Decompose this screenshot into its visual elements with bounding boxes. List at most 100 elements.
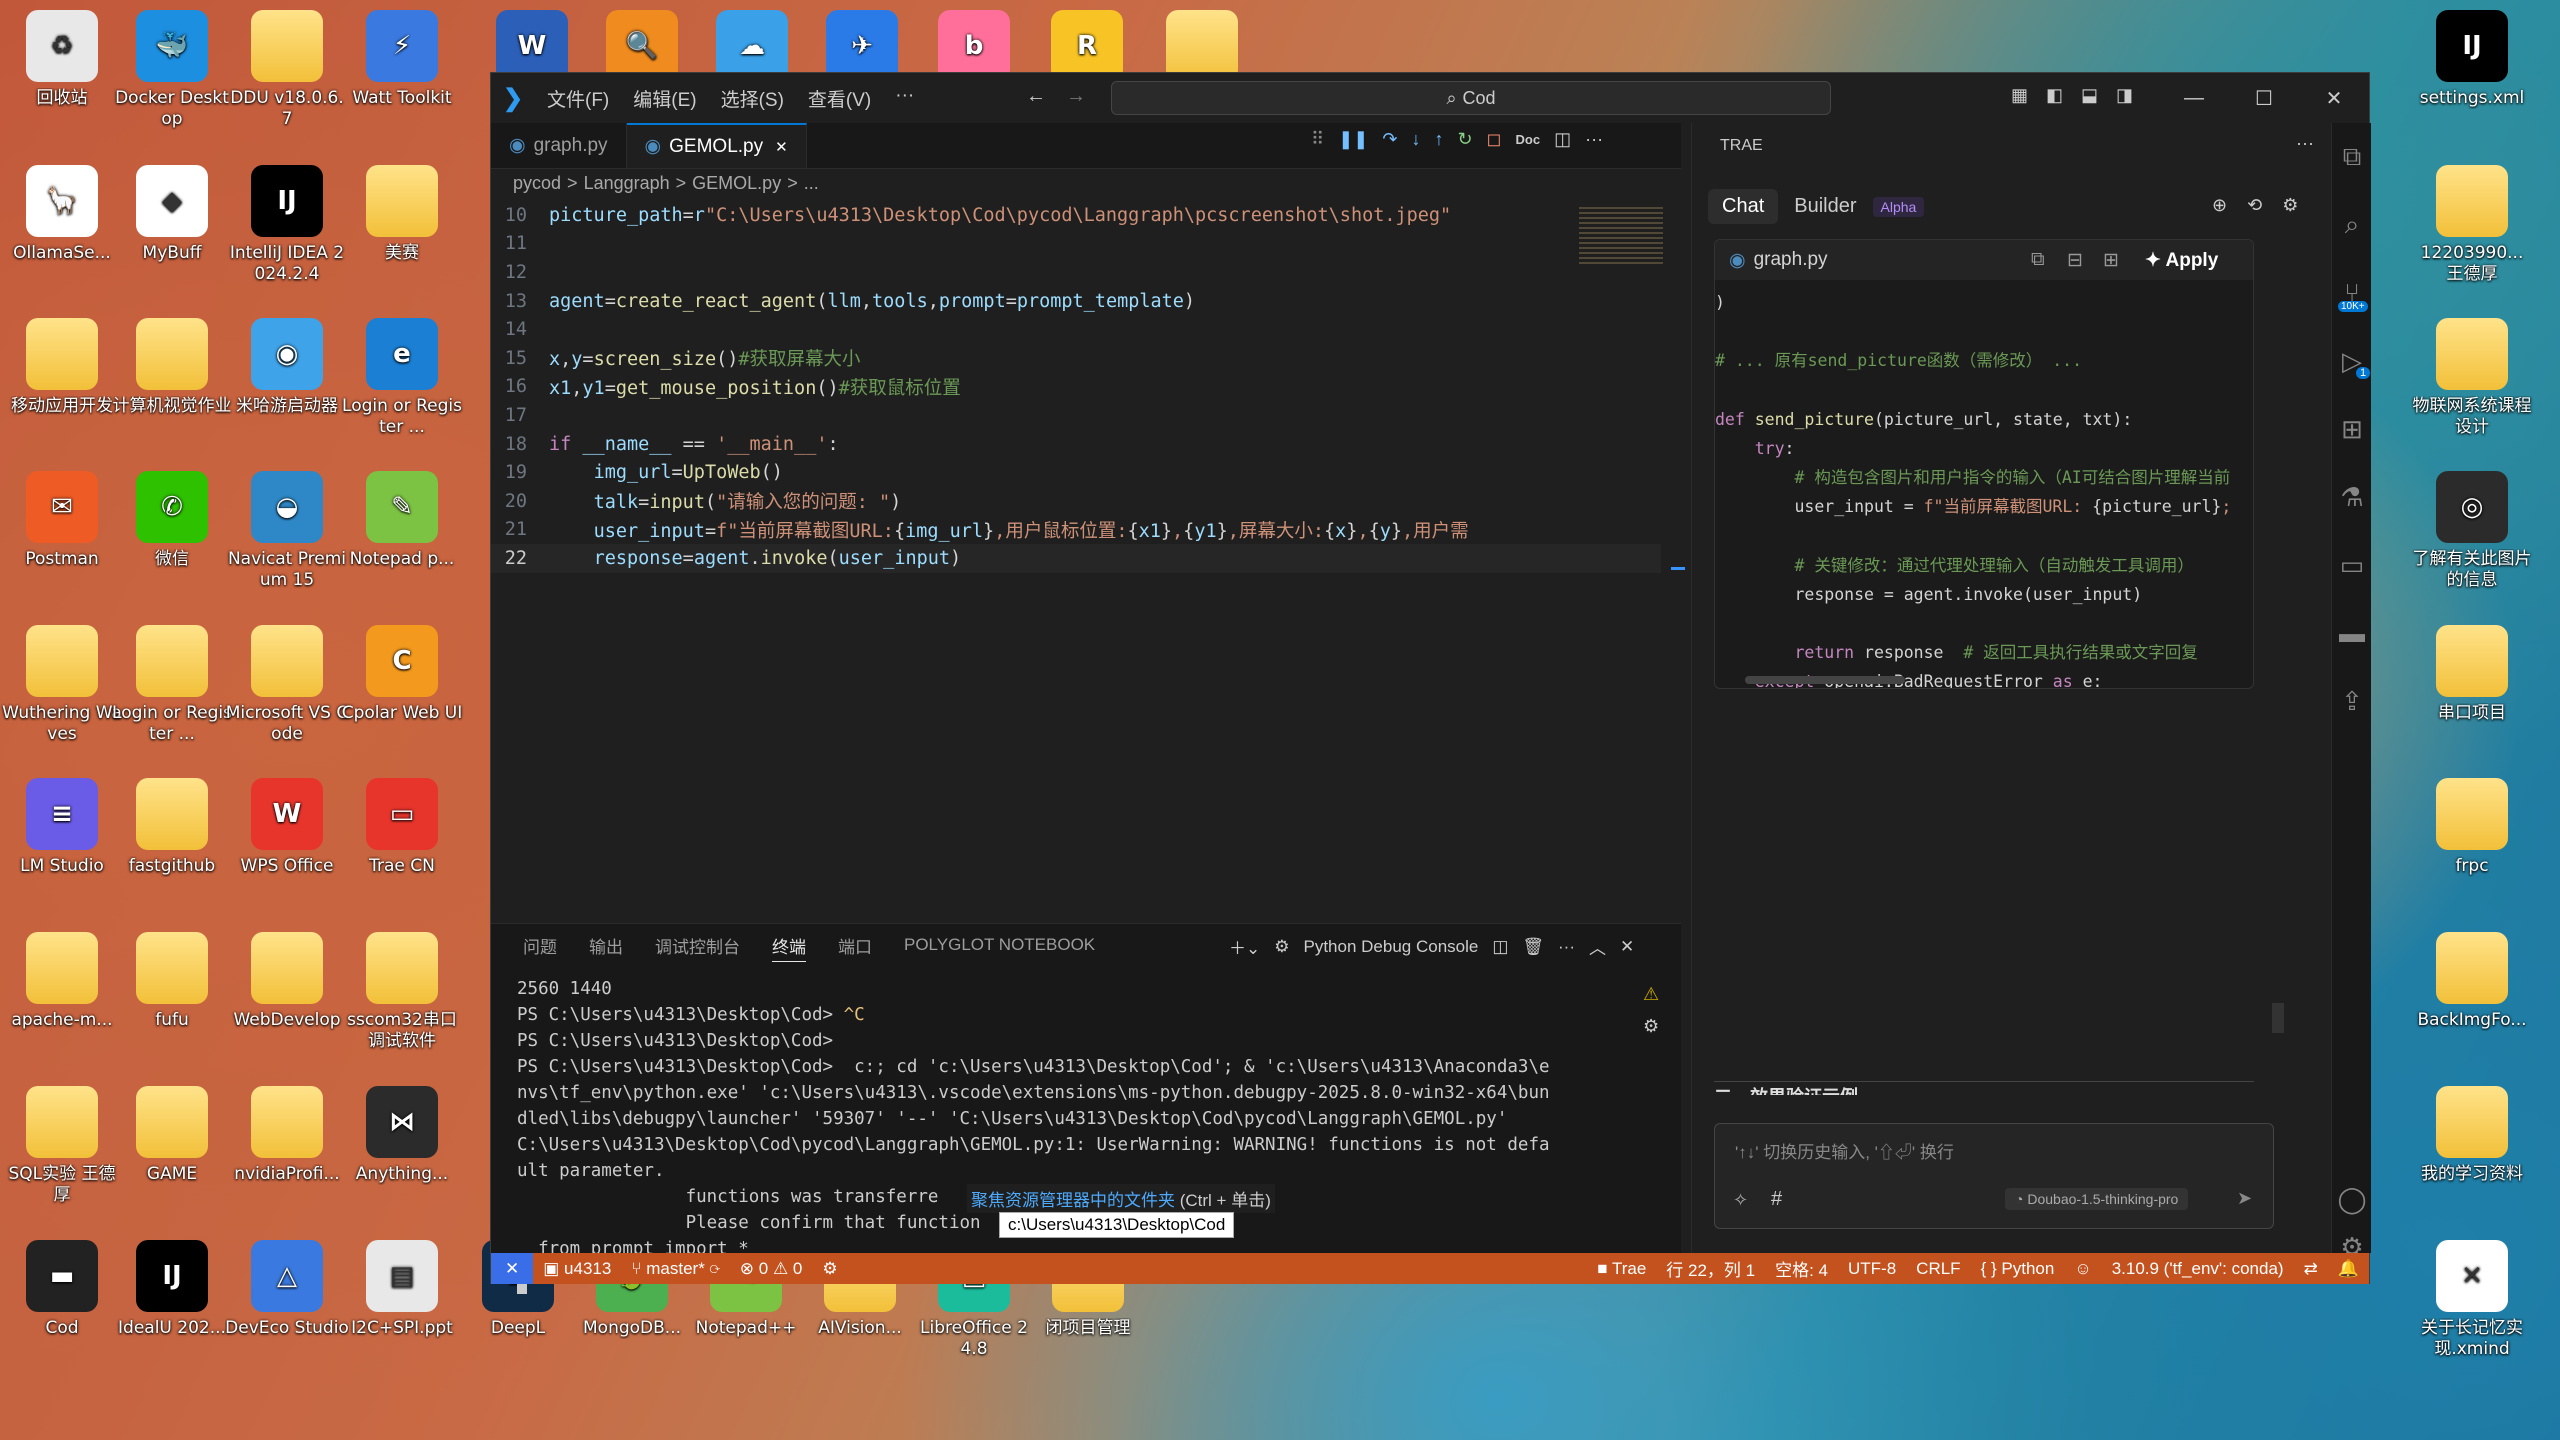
toggle-secondary-sidebar-icon[interactable]: ◨: [2116, 85, 2133, 106]
eol-status[interactable]: CRLF: [1906, 1259, 1970, 1279]
chat-input-box[interactable]: '↑↓' 切换历史输入, '⇧⏎' 换行 ✧ # ◔ Doubao-1.5-th…: [1714, 1123, 2274, 1229]
toggle-sidebar-icon[interactable]: ◧: [2046, 85, 2063, 106]
doc-label[interactable]: Doc: [1516, 132, 1541, 147]
snippet-hscroll[interactable]: [1745, 676, 1905, 684]
desktop-icon[interactable]: ✆ 微信: [110, 471, 234, 570]
problems-status[interactable]: ⊗ 0 ⚠ 0: [730, 1259, 813, 1279]
menu-item[interactable]: 文件(F): [535, 85, 621, 112]
hash-icon[interactable]: #: [1771, 1188, 1782, 1211]
new-chat-icon[interactable]: ⊕: [2212, 195, 2227, 216]
nav-forward-icon[interactable]: →: [1066, 85, 1086, 108]
desktop-icon[interactable]: ◆ MyBuff: [110, 165, 234, 264]
encoding-status[interactable]: UTF-8: [1838, 1259, 1906, 1279]
copy-icon[interactable]: ⧉: [2031, 249, 2045, 271]
maximize-button[interactable]: ☐: [2229, 73, 2299, 123]
minimize-button[interactable]: —: [2159, 73, 2229, 123]
chat-input-placeholder[interactable]: '↑↓' 切换历史输入, '⇧⏎' 换行: [1735, 1138, 1954, 1163]
trae-status[interactable]: ■ Trae: [1587, 1259, 1656, 1279]
desktop-icon[interactable]: GAME: [110, 1086, 234, 1185]
stop-icon[interactable]: ◻: [1487, 129, 1502, 150]
command-center-search[interactable]: ⌕ Cod: [1111, 81, 1831, 115]
desktop-icon[interactable]: ✕ 关于长记忆实现.xmind: [2410, 1240, 2534, 1360]
desktop-icon[interactable]: 串口项目: [2410, 625, 2534, 724]
desktop-icon[interactable]: sscom32串口调试软件: [340, 932, 464, 1052]
desktop-icon[interactable]: apache-m...: [0, 932, 124, 1031]
maximize-panel-icon[interactable]: ︿: [1589, 934, 1606, 959]
menu-item[interactable]: 查看(V): [796, 85, 883, 112]
desktop-icon[interactable]: ✎ Notepad p...: [340, 471, 464, 570]
desktop-icon[interactable]: △ DevEco Studio: [225, 1240, 349, 1339]
close-tab-icon[interactable]: ✕: [775, 138, 788, 156]
desktop-icon[interactable]: Login or Register ...: [110, 625, 234, 745]
menu-item[interactable]: ···: [883, 85, 926, 112]
desktop-icon[interactable]: 物联网系统课程设计: [2410, 318, 2534, 438]
tooltip-link[interactable]: 聚焦资源管理器中的文件夹: [971, 1191, 1175, 1210]
desktop-icon[interactable]: SQL实验 王德厚: [0, 1086, 124, 1206]
desktop-icon[interactable]: W WPS Office: [225, 778, 349, 877]
desktop-icon[interactable]: Microsoft VS Code: [225, 625, 349, 745]
settings-icon[interactable]: ⚙: [2282, 195, 2298, 216]
desktop-icon[interactable]: IJ IdealU 202...: [110, 1240, 234, 1339]
desktop-icon[interactable]: 计算机视觉作业: [110, 318, 234, 417]
desktop-icon[interactable]: ≡ LM Studio: [0, 778, 124, 877]
panel-tab[interactable]: 调试控制台: [639, 933, 756, 958]
desktop-icon[interactable]: nvidiaProfi...: [225, 1086, 349, 1185]
step-into-icon[interactable]: ↓: [1411, 129, 1420, 150]
trae-more-icon[interactable]: ···: [2296, 133, 2314, 154]
notebook-icon[interactable]: ▬: [2332, 599, 2372, 667]
desktop-icon[interactable]: ✉ Postman: [0, 471, 124, 570]
menu-item[interactable]: 选择(S): [709, 85, 796, 112]
desktop-icon[interactable]: ▤ I2C+SPI.ppt: [340, 1240, 464, 1339]
notifications-icon[interactable]: 🔔: [2328, 1259, 2369, 1279]
restart-icon[interactable]: ↻: [1457, 129, 1472, 150]
search-activity-icon[interactable]: ⌕: [2332, 191, 2372, 259]
close-window-button[interactable]: ✕: [2299, 73, 2369, 123]
desktop-icon[interactable]: 移动应用开发: [0, 318, 124, 417]
extensions-icon[interactable]: ⊞: [2332, 395, 2372, 463]
desktop-icon[interactable]: 我的学习资料: [2410, 1086, 2534, 1185]
feedback-icon[interactable]: ⇄: [2294, 1259, 2328, 1279]
desktop-icon[interactable]: IJ settings.xml: [2410, 10, 2534, 109]
desktop-icon[interactable]: ◉ 米哈游启动器: [225, 318, 349, 417]
user-status[interactable]: ▣ u4313: [533, 1259, 621, 1279]
new-terminal-icon[interactable]: ＋⌄: [1229, 934, 1260, 959]
desktop-icon[interactable]: WebDevelop: [225, 932, 349, 1031]
code-editor[interactable]: 10 picture_path=r"C:\Users\u4313\Desktop\…: [491, 201, 1661, 573]
snippet-code[interactable]: ) # ... 原有send_picture函数（需修改） ... def send…: [1715, 288, 2235, 688]
panel-tab[interactable]: 问题: [507, 933, 573, 958]
desktop-icon[interactable]: fufu: [110, 932, 234, 1031]
cursor-position[interactable]: 行 22，列 1: [1656, 1256, 1765, 1281]
desktop-icon[interactable]: frpc: [2410, 778, 2534, 877]
nav-back-icon[interactable]: ←: [1026, 85, 1046, 108]
desktop-icon[interactable]: fastgithub: [110, 778, 234, 877]
desktop-icon[interactable]: ▬ Cod: [0, 1240, 124, 1339]
desktop-icon[interactable]: e Login or Register ...: [340, 318, 464, 438]
breadcrumb-item[interactable]: GEMOL.py: [692, 173, 781, 194]
terminal-debug-icon[interactable]: ⚙: [1643, 1016, 1659, 1037]
panel-tab[interactable]: POLYGLOT NOTEBOOK: [888, 935, 1111, 955]
history-icon[interactable]: ⟲: [2247, 195, 2262, 216]
terminal-warning-icon[interactable]: ⚠: [1643, 984, 1659, 1005]
send-icon[interactable]: ➤: [2237, 1188, 2252, 1209]
interpreter-status[interactable]: 3.10.9 ('tf_env': conda): [2102, 1259, 2294, 1279]
desktop-icon[interactable]: Wuthering Waves: [0, 625, 124, 745]
desktop-icon[interactable]: 12203990... 王德厚: [2410, 165, 2534, 285]
editor-tab[interactable]: ◉ graph.py: [491, 123, 627, 168]
magic-icon[interactable]: ✧: [1733, 1190, 1748, 1211]
add-file-icon[interactable]: ⊞: [2103, 249, 2119, 272]
minimap[interactable]: [1579, 207, 1663, 267]
remote-icon[interactable]: ▭: [2332, 531, 2372, 599]
desktop-icon[interactable]: 🦙 OllamaSe...: [0, 165, 124, 264]
step-over-icon[interactable]: ↷: [1382, 129, 1397, 150]
model-selector[interactable]: ◔ Doubao-1.5-thinking-pro: [2005, 1188, 2189, 1210]
breadcrumb-item[interactable]: pycod: [513, 173, 561, 194]
share-icon[interactable]: ⇪: [2332, 667, 2372, 735]
split-editor-icon[interactable]: ◫: [1554, 129, 1571, 150]
desktop-icon[interactable]: ▭ Trae CN: [340, 778, 464, 877]
indent-status[interactable]: 空格: 4: [1765, 1256, 1838, 1281]
source-control-icon[interactable]: ⑂ 10K+: [2332, 259, 2372, 327]
tab-builder[interactable]: Builder: [1788, 189, 1862, 224]
desktop-icon[interactable]: 🐳 Docker Desktop: [110, 10, 234, 130]
close-panel-icon[interactable]: ✕: [1620, 937, 1634, 957]
desktop-icon[interactable]: ◒ Navicat Premium 15: [225, 471, 349, 591]
